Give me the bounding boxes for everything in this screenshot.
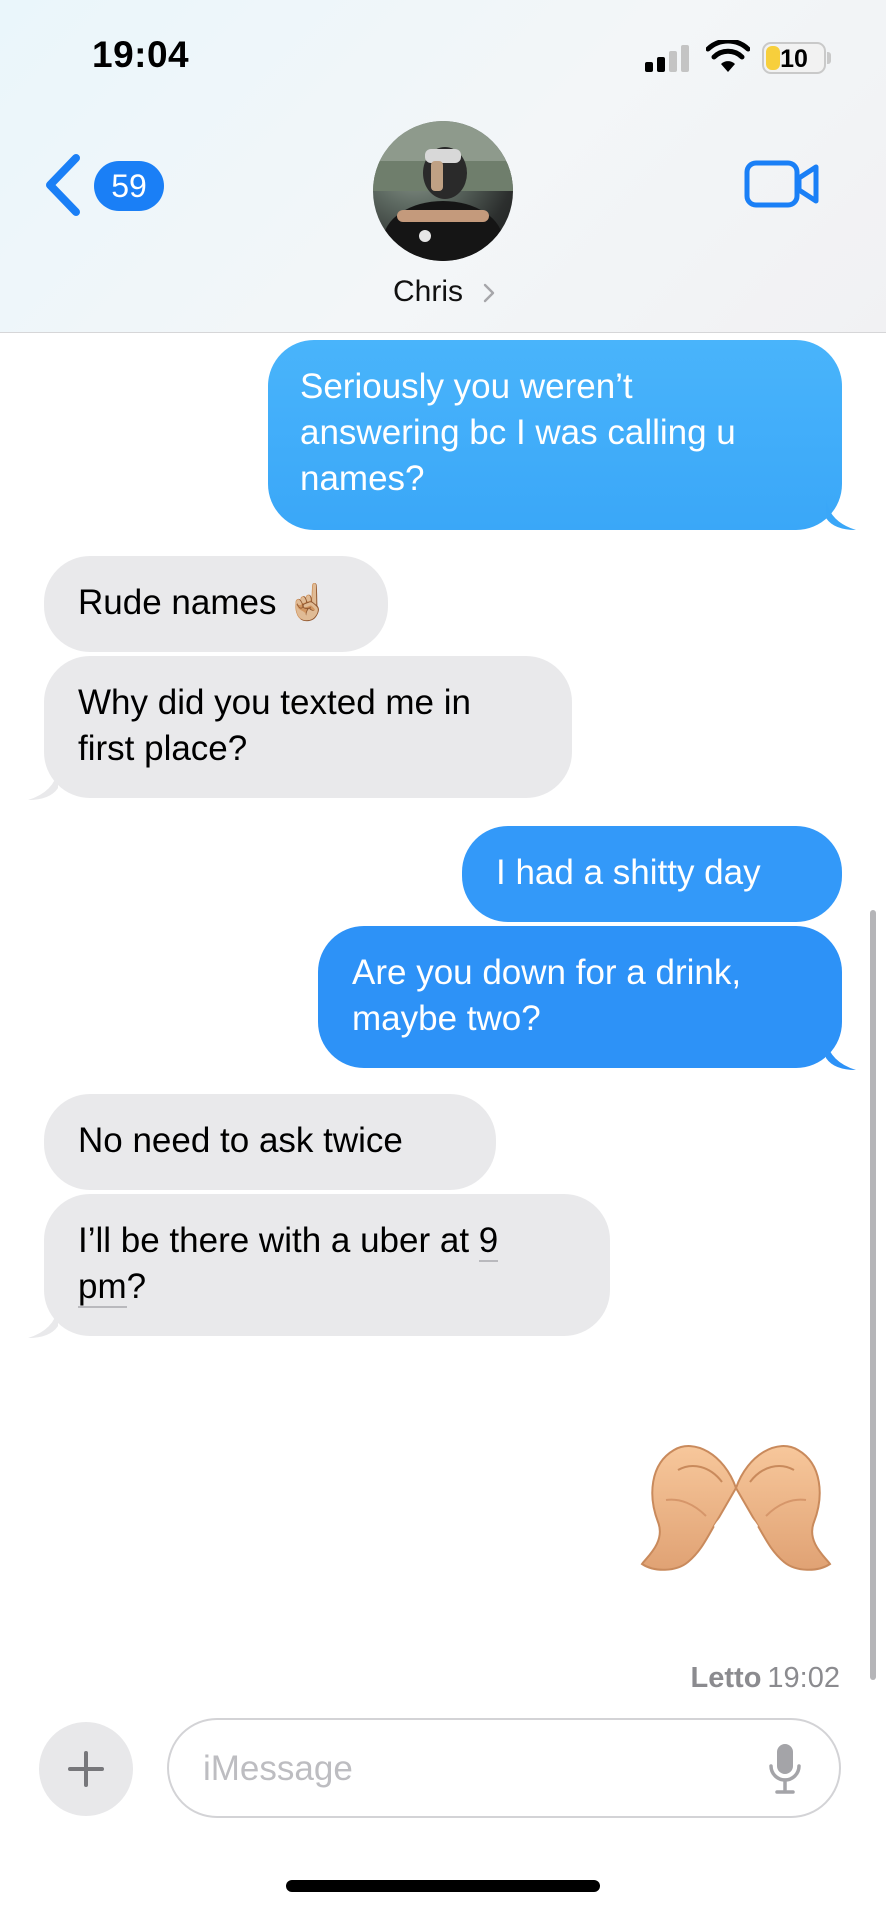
message-bubble-received[interactable]: I’ll be there with a uber at 9 pm? <box>44 1194 610 1336</box>
plus-icon[interactable] <box>39 1722 133 1816</box>
read-receipt-time: 19:02 <box>767 1662 840 1694</box>
home-indicator[interactable] <box>286 1880 600 1892</box>
unread-count-badge[interactable]: 59 <box>94 161 164 211</box>
microphone-icon[interactable] <box>767 1742 803 1798</box>
conversation-header: 19:04 10 59 Chris <box>0 0 886 333</box>
message-text-part: ? <box>126 1267 147 1306</box>
bubble-tail <box>28 1308 58 1338</box>
message-bubble-received[interactable]: No need to ask twice <box>44 1094 496 1190</box>
message-bubble-sent[interactable]: I had a shitty day <box>462 826 842 922</box>
heart-hands-emoji[interactable] <box>636 1430 836 1580</box>
detected-time-link[interactable]: pm <box>78 1267 127 1308</box>
detected-time-link[interactable]: 9 <box>478 1221 499 1262</box>
message-bubble-sent[interactable]: Are you down for a drink, maybe two? <box>318 926 842 1068</box>
battery-icon: 10 <box>762 42 826 74</box>
message-text: Are you down for a drink, <box>352 953 742 992</box>
chevron-left-icon[interactable] <box>42 152 84 218</box>
read-receipt: Letto 19:02 <box>691 1662 840 1695</box>
message-text: pm? <box>78 1264 576 1310</box>
message-text: Seriously you weren’t <box>300 367 633 406</box>
message-text: Rude names ☝🏼 <box>78 583 330 622</box>
messages-screen: 19:04 10 59 Chris Seriously you weren’t … <box>0 0 886 1920</box>
wifi-icon <box>706 40 750 72</box>
battery-percent: 10 <box>780 45 808 73</box>
contact-name[interactable]: Chris <box>393 275 463 309</box>
chevron-right-icon[interactable] <box>483 283 495 303</box>
message-bubble-sent[interactable]: Seriously you weren’t answering bc I was… <box>268 340 842 530</box>
message-text: I had a shitty day <box>496 853 761 892</box>
battery-cap <box>827 52 831 64</box>
message-input[interactable] <box>203 1744 723 1794</box>
read-receipt-label: Letto <box>690 1662 762 1694</box>
message-text-part: I’ll be there with a uber at <box>78 1221 479 1260</box>
bubble-tail <box>28 770 58 800</box>
message-text: No need to ask twice <box>78 1121 403 1160</box>
avatar-photo <box>373 121 513 261</box>
message-text: I’ll be there with a uber at 9 <box>78 1218 576 1264</box>
bubble-tail <box>826 500 856 530</box>
status-time: 19:04 <box>92 34 190 75</box>
message-composer[interactable] <box>167 1718 841 1818</box>
message-text: answering bc I was calling u <box>300 413 736 452</box>
message-bubble-received[interactable]: Rude names ☝🏼 <box>44 556 388 652</box>
message-bubble-received[interactable]: Why did you texted me in first place? <box>44 656 572 798</box>
cellular-signal-icon <box>645 44 693 72</box>
message-text: first place? <box>78 729 248 768</box>
scrollbar[interactable] <box>870 910 876 1680</box>
avatar[interactable] <box>373 121 513 261</box>
message-text: names? <box>300 459 425 498</box>
bubble-tail <box>826 1040 856 1070</box>
message-text: Why did you texted me in <box>78 683 471 722</box>
message-text: maybe two? <box>352 999 541 1038</box>
video-camera-icon[interactable] <box>744 160 820 208</box>
